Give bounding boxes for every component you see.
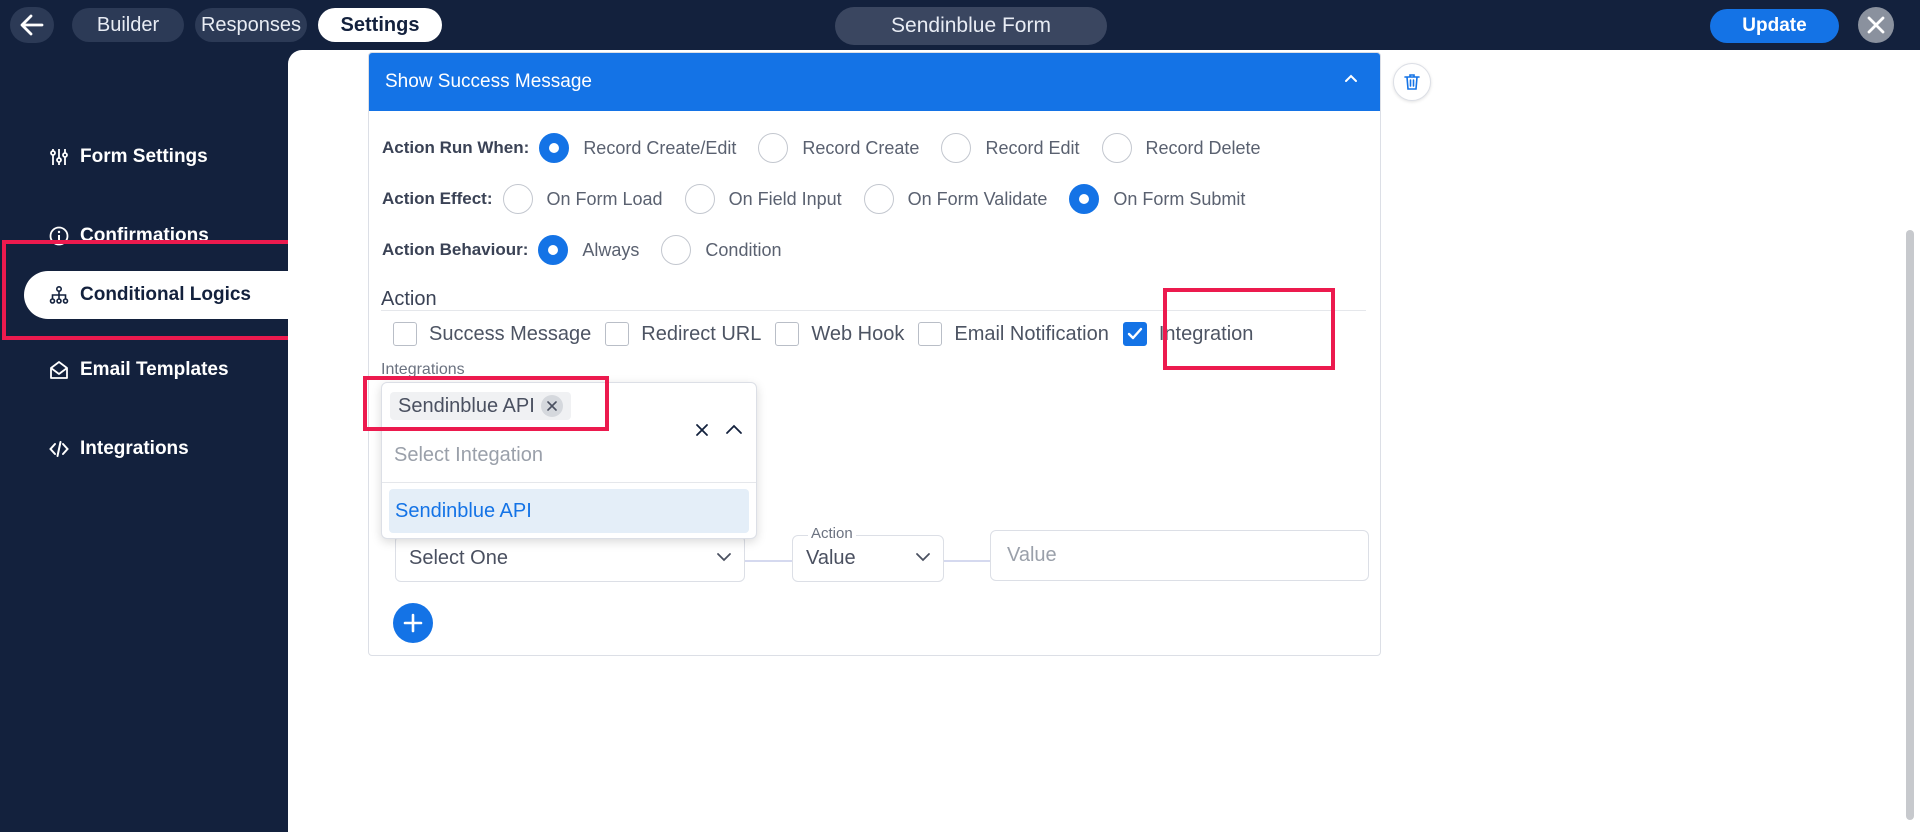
chevron-down-icon — [717, 553, 731, 562]
radio-always[interactable]: Always — [538, 235, 639, 265]
sliders-icon — [48, 146, 70, 168]
chevron-down-icon — [916, 553, 930, 562]
effect-row: Action Effect: On Form Load On Field Inp… — [382, 184, 1267, 214]
envelope-open-icon — [48, 359, 70, 381]
radio-dot[interactable] — [684, 184, 715, 214]
run-when-row: Action Run When: Record Create/Edit Reco… — [382, 133, 1283, 163]
sidebar: Form Settings Confirmations Conditional … — [0, 50, 288, 832]
sidebar-item-label: Email Templates — [80, 359, 229, 380]
radio-dot[interactable] — [539, 133, 570, 163]
radio-dot[interactable] — [1069, 184, 1100, 214]
checkbox-label: Email Notification — [954, 322, 1109, 345]
condition-field-select[interactable]: Select One — [395, 535, 745, 582]
radio-dot[interactable] — [502, 184, 533, 214]
update-button[interactable]: Update — [1710, 9, 1839, 43]
add-condition-button[interactable] — [393, 603, 433, 643]
checkbox-label: Success Message — [429, 322, 592, 345]
behaviour-label: Action Behaviour: — [382, 240, 529, 259]
effect-label: Action Effect: — [382, 189, 493, 208]
back-button[interactable] — [10, 7, 54, 43]
radio-dot[interactable] — [538, 235, 569, 265]
radio-dot[interactable] — [661, 235, 692, 265]
checkbox-label: Redirect URL — [641, 322, 762, 345]
radio-dot[interactable] — [758, 133, 789, 163]
radio-condition[interactable]: Condition — [661, 235, 781, 265]
highlight-box — [363, 376, 609, 431]
sidebar-item-label: Integrations — [80, 438, 189, 459]
highlight-box — [2, 240, 294, 340]
radio-label: On Form Load — [546, 188, 663, 209]
behaviour-row: Action Behaviour: Always Condition — [382, 235, 803, 265]
sidebar-item-form-settings[interactable]: Form Settings — [24, 133, 288, 181]
connector-line — [745, 560, 792, 562]
radio-dot[interactable] — [863, 184, 894, 214]
delete-action-button[interactable] — [1393, 63, 1431, 101]
radio-label: Always — [582, 239, 640, 260]
divider — [382, 482, 756, 483]
highlight-box — [1163, 288, 1335, 370]
condition-value-input[interactable]: Value — [990, 530, 1369, 581]
radio-record-create[interactable]: Record Create — [758, 133, 919, 163]
checkmark-icon — [1127, 327, 1143, 340]
checkbox-web-hook[interactable]: Web Hook — [775, 322, 904, 346]
radio-record-create-edit[interactable]: Record Create/Edit — [539, 133, 736, 163]
radio-on-form-load[interactable]: On Form Load — [502, 184, 663, 214]
action-title: Action — [381, 288, 437, 310]
radio-record-edit[interactable]: Record Edit — [941, 133, 1080, 163]
scrollbar[interactable] — [1906, 230, 1914, 820]
tab-builder[interactable]: Builder — [72, 8, 184, 42]
chevron-up-icon[interactable] — [725, 423, 743, 435]
card-title: Show Success Message — [385, 71, 592, 92]
condition-action-select[interactable]: Value — [792, 535, 944, 582]
radio-dot[interactable] — [1101, 133, 1132, 163]
integration-search-input[interactable]: Select Integation — [394, 444, 543, 467]
run-when-label: Action Run When: — [382, 138, 530, 157]
radio-label: Record Delete — [1145, 137, 1261, 158]
plus-icon — [403, 613, 423, 633]
radio-label: Record Create — [802, 137, 920, 158]
form-title[interactable]: Sendinblue Form — [835, 7, 1107, 45]
checkbox-label: Web Hook — [811, 322, 905, 345]
action-legend: Action — [808, 525, 856, 542]
condition-field-value: Select One — [409, 547, 508, 569]
top-bar: Builder Responses Settings Sendinblue Fo… — [0, 0, 1920, 50]
sidebar-item-label: Form Settings — [80, 146, 208, 167]
tab-responses[interactable]: Responses — [195, 8, 307, 42]
checkbox-box[interactable] — [393, 322, 417, 346]
radio-label: Condition — [705, 239, 782, 260]
action-checkboxes: Success Message Redirect URL Web Hook Em… — [393, 322, 1267, 346]
close-button[interactable] — [1858, 7, 1894, 43]
radio-dot[interactable] — [941, 133, 972, 163]
radio-on-form-submit[interactable]: On Form Submit — [1069, 184, 1245, 214]
checkbox-box[interactable] — [1122, 322, 1147, 346]
checkbox-box[interactable] — [918, 322, 943, 346]
code-icon — [48, 438, 70, 460]
tab-settings[interactable]: Settings — [318, 8, 442, 42]
dropdown-option[interactable]: Sendinblue API — [389, 489, 749, 533]
clear-icon[interactable] — [695, 423, 709, 437]
chevron-up-icon[interactable] — [1344, 73, 1358, 83]
checkbox-redirect-url[interactable]: Redirect URL — [605, 322, 761, 346]
radio-label: On Field Input — [728, 188, 842, 209]
radio-label: Record Create/Edit — [583, 137, 737, 158]
connector-line — [944, 560, 990, 562]
radio-record-delete[interactable]: Record Delete — [1101, 133, 1261, 163]
checkbox-box[interactable] — [605, 322, 630, 346]
checkbox-box[interactable] — [775, 322, 800, 346]
radio-on-field-input[interactable]: On Field Input — [684, 184, 842, 214]
radio-label: Record Edit — [985, 137, 1080, 158]
card-header[interactable]: Show Success Message — [369, 53, 1380, 111]
trash-icon — [1404, 74, 1420, 90]
radio-label: On Form Submit — [1113, 188, 1246, 209]
sidebar-item-email-templates[interactable]: Email Templates — [24, 346, 288, 394]
checkbox-email-notification[interactable]: Email Notification — [918, 322, 1109, 346]
radio-on-form-validate[interactable]: On Form Validate — [863, 184, 1048, 214]
condition-action-value: Value — [806, 547, 856, 569]
close-icon — [1867, 16, 1885, 34]
checkbox-success-message[interactable]: Success Message — [393, 322, 591, 346]
arrow-left-icon — [20, 14, 44, 36]
value-placeholder: Value — [1007, 544, 1057, 566]
sidebar-item-integrations[interactable]: Integrations — [24, 425, 288, 473]
radio-label: On Form Validate — [907, 188, 1048, 209]
